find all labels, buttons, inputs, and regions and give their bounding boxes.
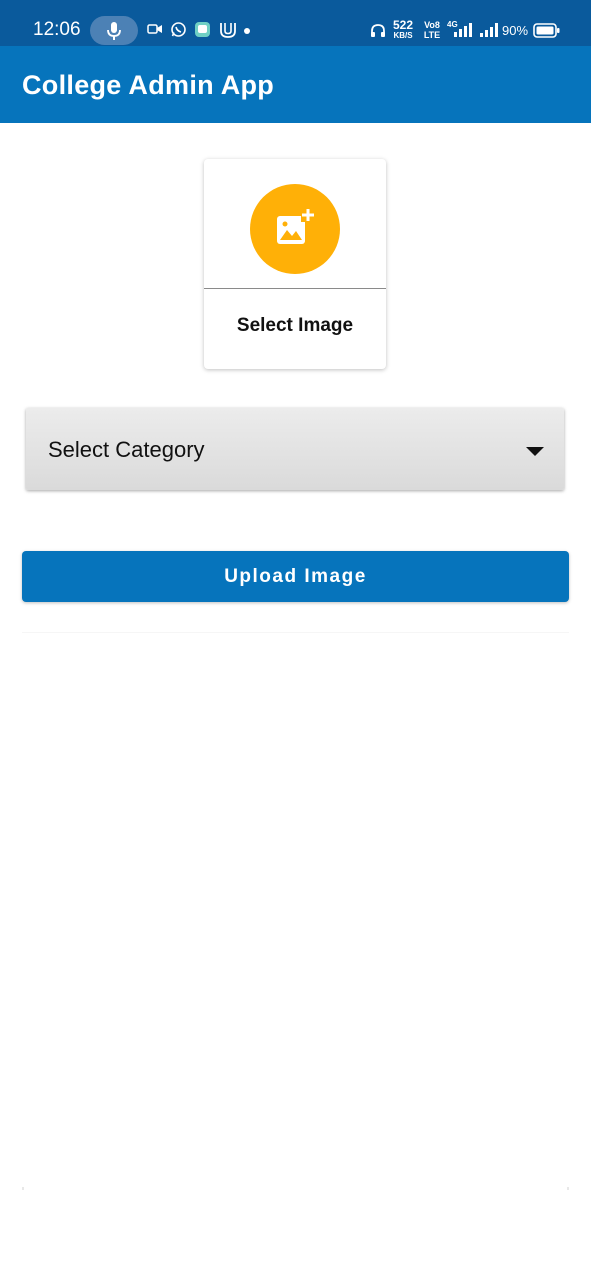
add-photo-button[interactable] [250, 184, 340, 274]
category-placeholder: Select Category [48, 437, 205, 462]
battery-icon [533, 23, 560, 38]
signal-icon [480, 23, 498, 37]
status-time: 12:06 [33, 19, 81, 40]
select-image-label: Select Image [236, 315, 354, 336]
battery-percent: 90% [502, 23, 529, 38]
upload-image-label: Upload Image [224, 566, 367, 587]
headphones-icon [371, 24, 385, 37]
signal-icon [454, 23, 472, 37]
volte-line1: Vo8 [424, 20, 440, 30]
more-notifications-dot [244, 28, 250, 34]
status-bar: 12:06 522 KB/S Vo8 LTE 4G 90% [0, 0, 591, 46]
card-divider [204, 288, 386, 289]
volte-line2: LTE [423, 30, 441, 40]
whatsapp-icon [171, 22, 186, 37]
list-edge [22, 1187, 24, 1190]
app-title: College Admin App [22, 70, 275, 100]
mic-indicator[interactable] [90, 16, 138, 45]
u-app-icon [220, 23, 236, 38]
select-image-card[interactable]: Select Image [204, 159, 386, 369]
dropdown-arrow-icon [526, 447, 544, 456]
network-speed-unit: KB/S [393, 31, 413, 40]
volte-indicator: Vo8 LTE [423, 20, 441, 40]
network-speed: 522 KB/S [393, 19, 413, 40]
category-dropdown[interactable]: Select Category [26, 408, 564, 490]
list-edge [567, 1187, 569, 1190]
network-speed-value: 522 [393, 18, 414, 32]
image-list [22, 632, 569, 1190]
chat-app-icon [195, 22, 210, 37]
video-call-icon [147, 24, 162, 34]
upload-image-button[interactable]: Upload Image [22, 551, 569, 602]
mic-icon [107, 22, 121, 40]
app-bar: College Admin App [0, 46, 591, 123]
add-photo-icon [277, 208, 315, 244]
